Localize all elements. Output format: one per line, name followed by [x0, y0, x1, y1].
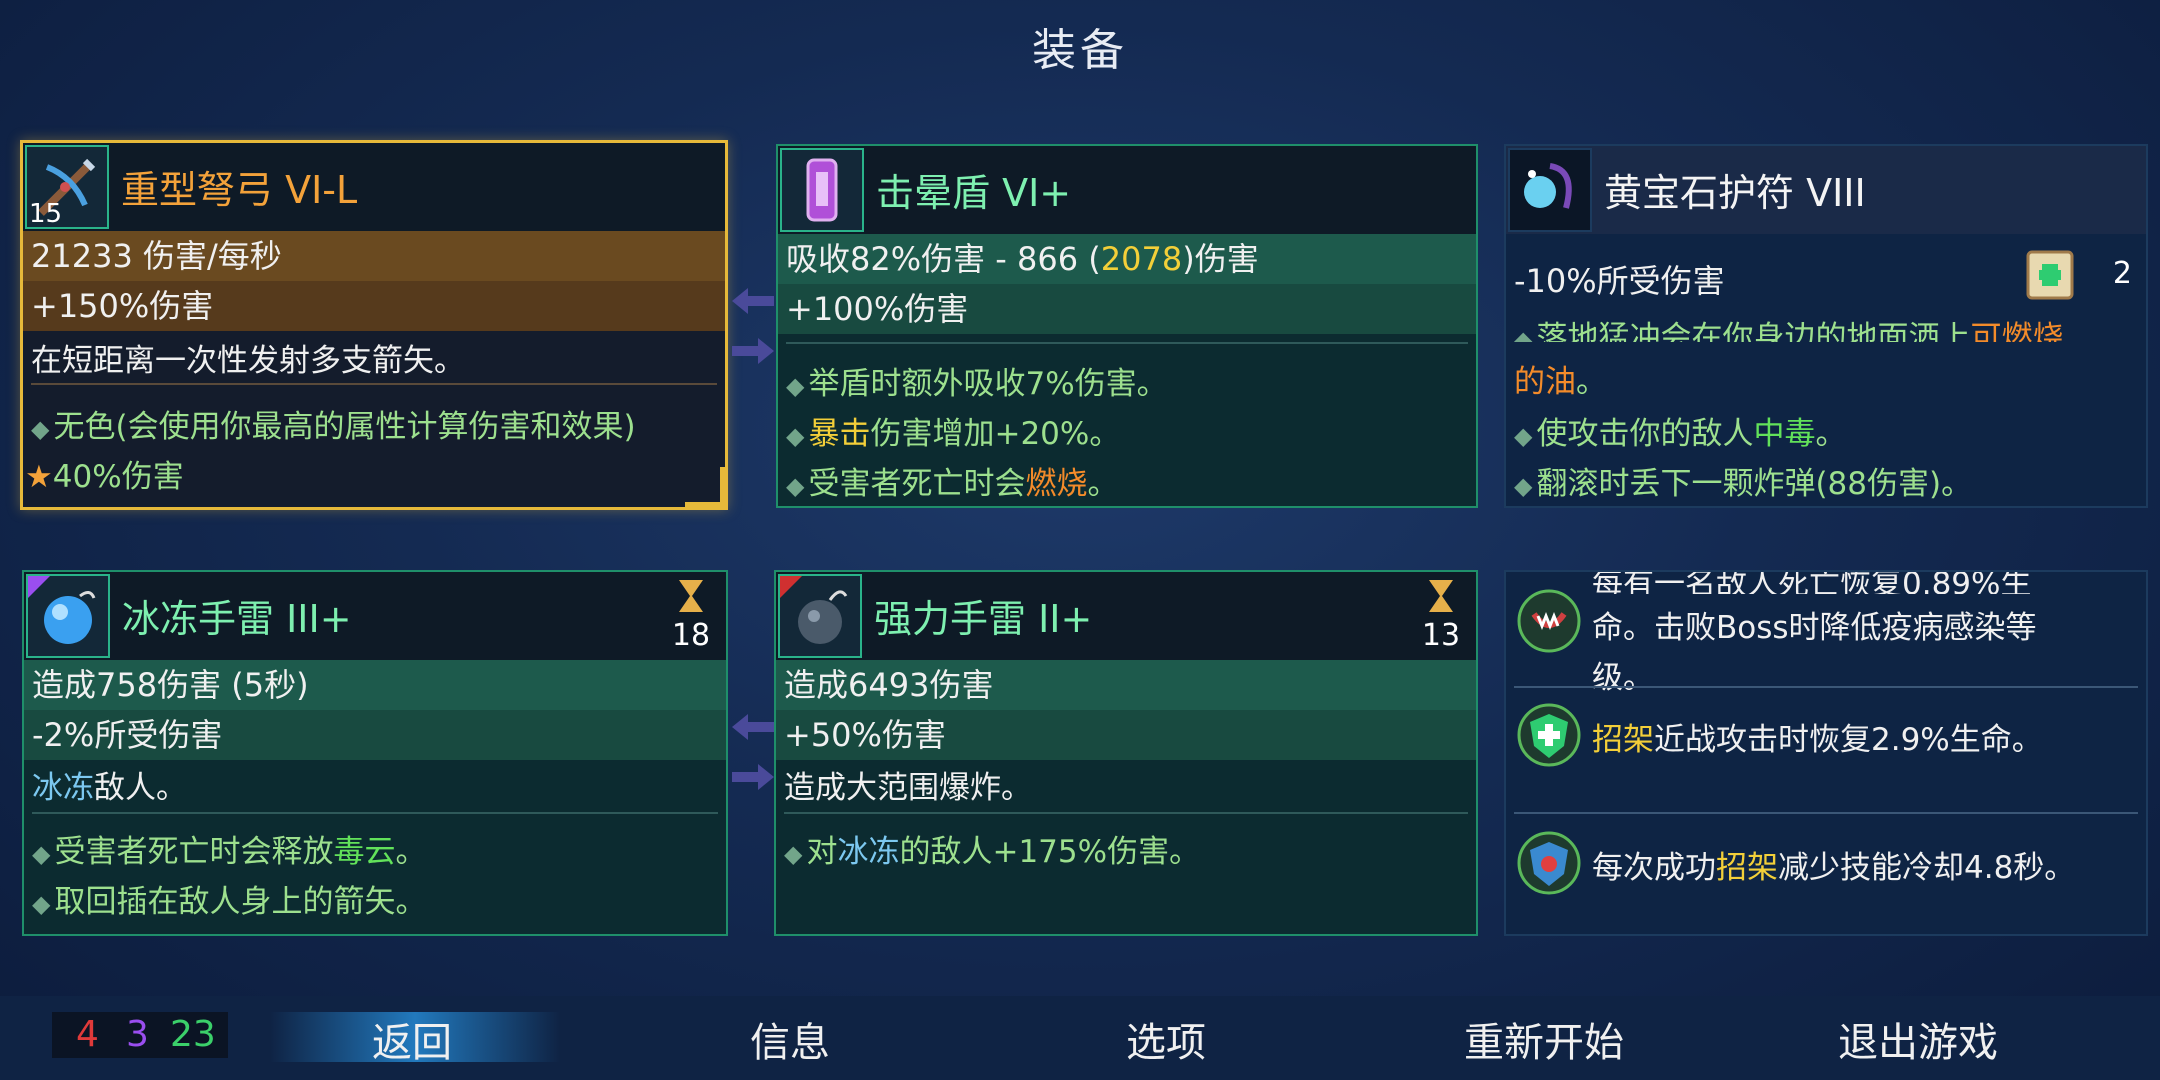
damage-bonus-stat: +50%伤害: [776, 710, 1476, 760]
mutation-icon: [1517, 831, 1581, 895]
damage-stat: 造成758伤害 (5秒): [24, 660, 726, 710]
dps-stat: 21233 伤害/每秒: [23, 231, 725, 281]
card-header: 15 重型弩弓 VI-L: [23, 143, 725, 231]
damage-stat: 造成6493伤害: [776, 660, 1476, 710]
swap-left-arrow-icon[interactable]: [732, 286, 774, 316]
tactics-count: 3: [126, 1014, 149, 1055]
card-header: 击晕盾 VI+: [778, 146, 1476, 234]
card-header: 黄宝石护符 VIII: [1506, 146, 2146, 234]
menu-info[interactable]: 信息: [670, 1010, 910, 1068]
card-header: 强力手雷 II+ 13: [776, 572, 1476, 660]
survival-count: 23: [170, 1014, 216, 1055]
item-description: 在短距离一次性发射多支箭矢。: [31, 343, 465, 379]
card-header: 冰冻手雷 III+ 18: [24, 572, 726, 660]
menu-restart[interactable]: 重新开始: [1424, 1010, 1664, 1068]
item-name: 重型弩弓 VI-L: [121, 168, 358, 212]
swap-left-arrow-icon[interactable]: [732, 712, 774, 742]
affix-line: ◆ 翻滚时丢下一颗炸弹(88伤害)。: [1514, 466, 1973, 502]
item-name: 冰冻手雷 III+: [122, 597, 352, 641]
brutality-count: 4: [76, 1014, 99, 1055]
divider: [784, 812, 1468, 814]
menu-back[interactable]: 返回: [292, 1010, 532, 1068]
affix-line-clipped: ◆ 落地猛冲会在你身边的地面洒上可燃烧: [1514, 320, 2064, 342]
affix-line: ◆ 无色(会使用你最高的属性计算伤害和效果): [31, 409, 636, 445]
affix-line-wrap: 的油。: [1514, 364, 1607, 400]
page-title: 装备: [1032, 25, 1128, 76]
affix-line: ◆ 举盾时额外吸收7%伤害。: [786, 366, 1168, 402]
hourglass-icon: [679, 580, 703, 612]
mutation-icon: [1517, 703, 1581, 767]
item-name: 强力手雷 II+: [874, 597, 1093, 641]
ice-grenade-icon: [26, 574, 110, 658]
divider: [786, 342, 1468, 344]
power-grenade-icon: [778, 574, 862, 658]
amulet-icon: [1508, 148, 1592, 232]
divider: [1514, 686, 2138, 688]
scroll-count: 2: [2112, 256, 2132, 291]
mutations-card[interactable]: 每有一名敌人死亡恢复0.89%生 命。击败Boss时降低疫病感染等 级。 招架近…: [1504, 570, 2148, 936]
weapon-card-crossbow[interactable]: 15 重型弩弓 VI-L 1 21233 伤害/每秒 +150%伤害 在短距离一…: [20, 140, 728, 510]
scroll-badge: 2: [2020, 242, 2140, 312]
item-name: 黄宝石护符 VIII: [1604, 171, 1866, 215]
affix-line: ◆ 受害者死亡时会释放毒云。: [32, 834, 427, 870]
menu-options[interactable]: 选项: [1046, 1010, 1286, 1068]
cooldown-timer: 18: [666, 578, 716, 653]
shield-icon: [780, 148, 864, 232]
scroll-counter: 4 3 23: [52, 1012, 228, 1058]
divider: [1514, 812, 2138, 814]
crossbow-icon: 15: [25, 145, 109, 229]
affix-line: ◆ 受害者死亡时会燃烧。: [786, 466, 1119, 502]
item-level: 15: [29, 199, 63, 229]
affix-line: ◆ 取回插在敌人身上的箭矢。: [32, 884, 427, 920]
item-description: 冰冻敌人。: [32, 770, 187, 806]
damage-stat: +100%伤害: [778, 284, 1476, 334]
hourglass-icon: [1429, 580, 1453, 612]
resistance-stat: -2%所受伤害: [24, 710, 726, 760]
swap-right-arrow-icon[interactable]: [732, 762, 774, 792]
swap-right-arrow-icon[interactable]: [732, 336, 774, 366]
corner-ornament: [685, 467, 725, 507]
damage-stat: +150%伤害: [23, 281, 725, 331]
item-name: 击晕盾 VI+: [876, 171, 1072, 215]
cooldown-timer: 13: [1416, 578, 1466, 653]
scroll-icon: [2026, 250, 2074, 300]
affix-line: ◆ 使攻击你的敌人中毒。: [1514, 416, 1847, 452]
mutation-icon: [1517, 589, 1581, 653]
affix-line: ◆ 暴击伤害增加+20%。: [786, 416, 1121, 452]
amulet-card[interactable]: 黄宝石护符 VIII -10%所受伤害 2 ◆ 落地猛冲会在你身边的地面洒上可燃烧…: [1504, 144, 2148, 508]
skill-card-power-grenade[interactable]: 强力手雷 II+ 13 造成6493伤害 +50%伤害 造成大范围爆炸。 ◆ 对冰…: [774, 570, 1478, 936]
affix-line: ◆ 对冰冻的敌人+175%伤害。: [784, 834, 1201, 870]
menu-quit[interactable]: 退出游戏: [1798, 1010, 2038, 1068]
star-icon: ★: [25, 459, 53, 495]
divider: [31, 383, 717, 385]
skill-card-ice-grenade[interactable]: 冰冻手雷 III+ 18 造成758伤害 (5秒) -2%所受伤害 冰冻敌人。 …: [22, 570, 728, 936]
divider: [32, 812, 718, 814]
affix-line-star: ★40%伤害: [25, 459, 184, 495]
item-description: 造成大范围爆炸。: [784, 770, 1032, 806]
weapon-card-shield[interactable]: 击晕盾 VI+ 吸收82%伤害 - 866 (2078)伤害 +100%伤害 ◆…: [776, 144, 1478, 508]
absorb-stat: 吸收82%伤害 - 866 (2078)伤害: [778, 234, 1476, 284]
